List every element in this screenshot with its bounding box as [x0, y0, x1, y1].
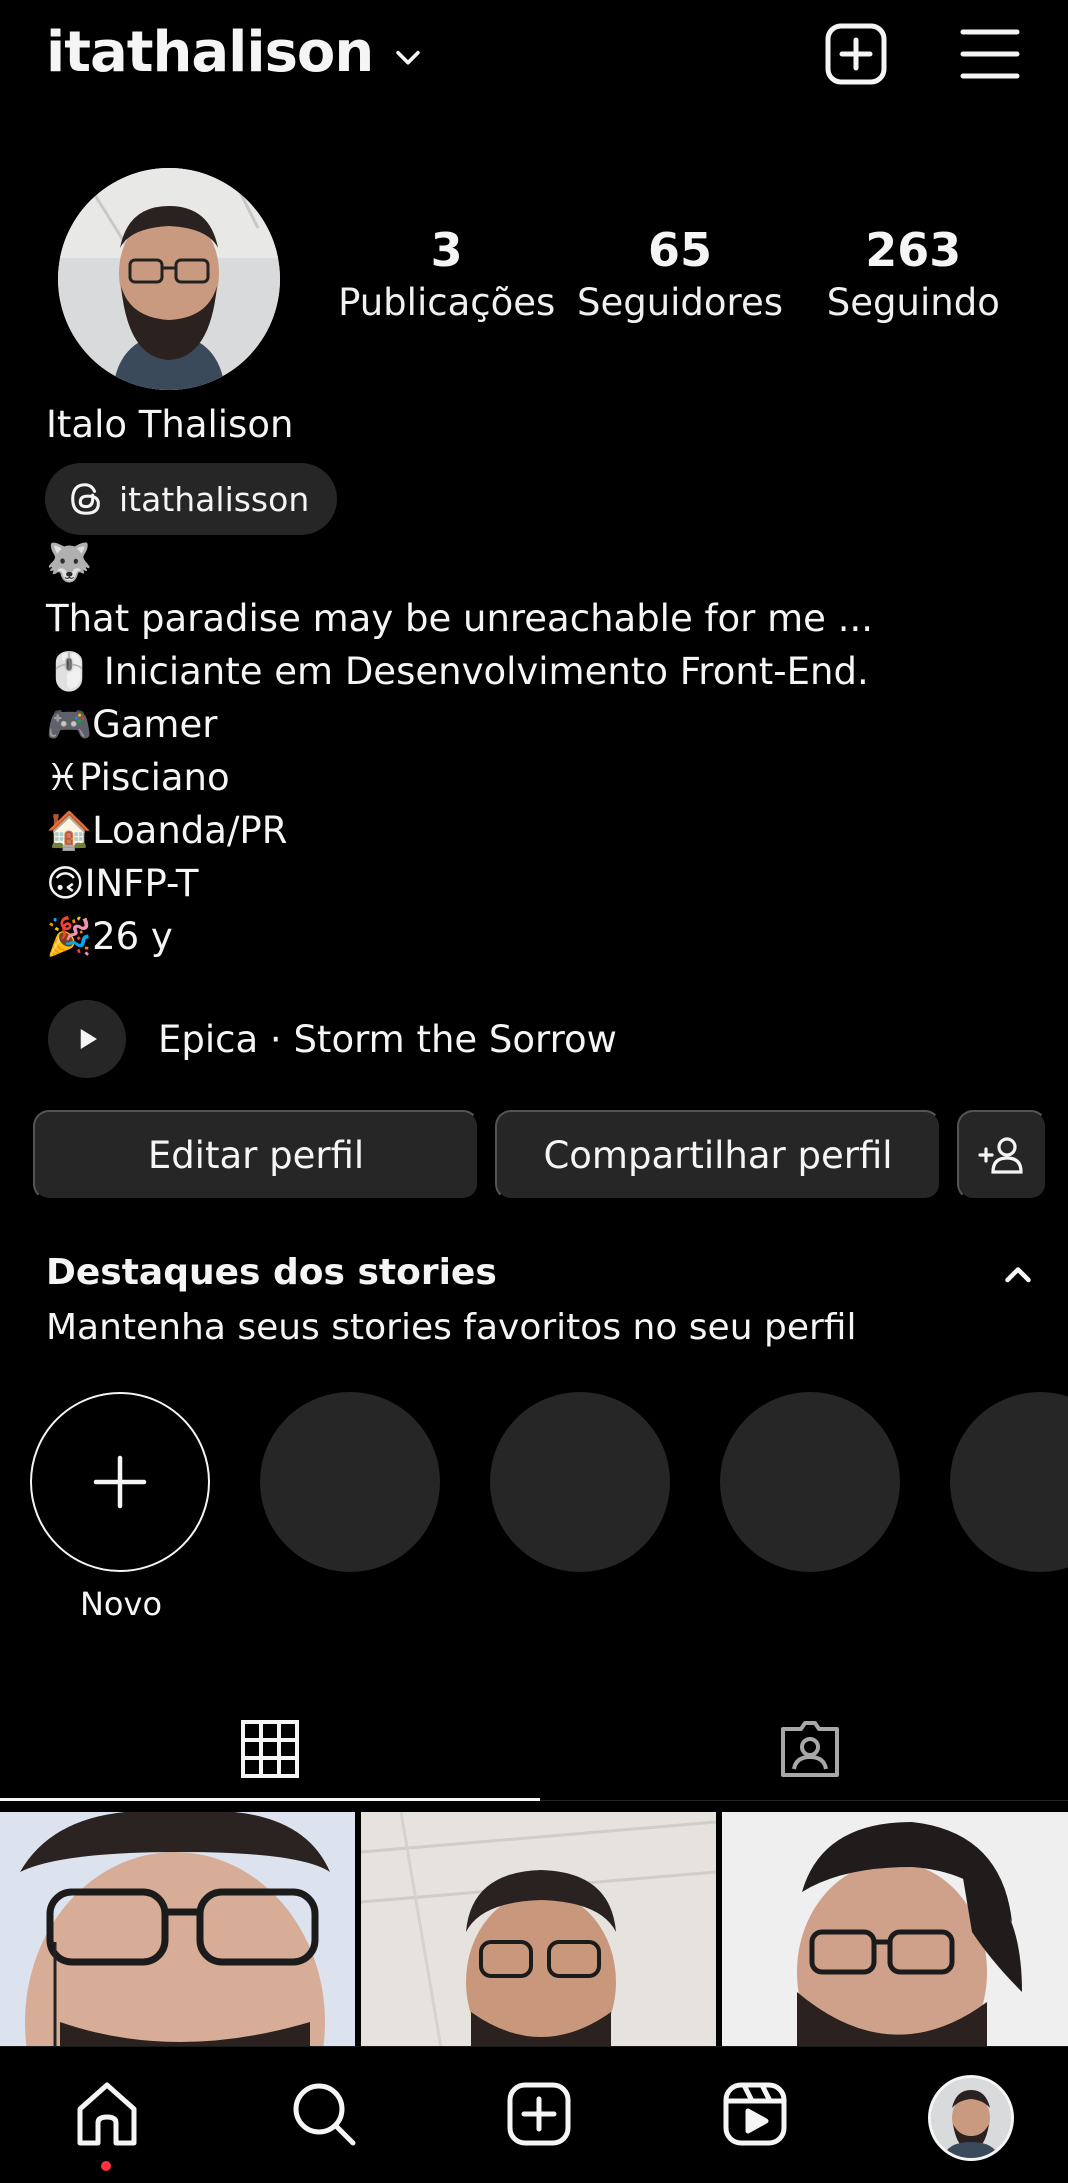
nav-profile-avatar[interactable]: [928, 2075, 1014, 2161]
highlights-row: Novo: [30, 1392, 1068, 1624]
highlight-placeholder: [260, 1392, 442, 1572]
stat-followers[interactable]: 65 Seguidores: [563, 222, 796, 328]
new-highlight-circle: [30, 1392, 210, 1572]
full-name: Italo Thalison: [46, 403, 294, 446]
edit-profile-button[interactable]: Editar perfil: [33, 1110, 479, 1200]
stat-posts[interactable]: 3 Publicações: [330, 222, 563, 328]
tab-posts-grid[interactable]: [0, 1690, 540, 1808]
chevron-down-icon: [396, 50, 421, 65]
posts-grid: [0, 1812, 1068, 2048]
threads-badge[interactable]: itathalisson: [45, 463, 338, 535]
stat-value: 65: [647, 223, 712, 277]
add-person-icon: [978, 1137, 1023, 1174]
nav-reels[interactable]: [714, 2073, 796, 2155]
profile-tabs: [0, 1690, 1068, 1808]
stat-value: 3: [430, 223, 463, 277]
stat-value: 263: [865, 223, 962, 277]
bio-line: 🖱️ Iniciante em Desenvolvimento Front-En…: [46, 650, 869, 693]
threads-icon: [71, 483, 100, 515]
username-title: itathalison: [46, 20, 374, 85]
stat-label: Seguindo: [826, 281, 1000, 324]
account-switcher[interactable]: itathalison: [46, 18, 425, 88]
highlight-placeholder: [490, 1392, 672, 1572]
post-image: [0, 1812, 355, 2048]
bio-line: 🙃INFP-T: [46, 862, 199, 905]
stat-label: Seguidores: [576, 281, 783, 324]
tab-tagged[interactable]: [540, 1690, 1068, 1808]
bio-line: 🏠Loanda/PR: [46, 809, 288, 852]
highlights-subtitle: Mantenha seus stories favoritos no seu p…: [46, 1307, 857, 1348]
grid-icon: [241, 1720, 299, 1778]
highlights-title: Destaques dos stories: [46, 1252, 497, 1293]
avatar-photo: [58, 168, 280, 390]
nav-create[interactable]: [498, 2073, 580, 2155]
bio-line: That paradise may be unreachable for me …: [46, 597, 873, 640]
highlight-circle: [950, 1392, 1068, 1572]
tagged-person-icon: [781, 1721, 839, 1777]
hamburger-menu-icon[interactable]: [960, 22, 1020, 86]
avatar-photo: [931, 2078, 1011, 2158]
new-highlight[interactable]: Novo: [30, 1392, 212, 1624]
new-highlight-label: Novo: [79, 1585, 163, 1623]
highlight-circle: [720, 1392, 900, 1572]
profile-actions: Editar perfil Compartilhar perfil: [33, 1110, 1047, 1200]
bio-line: 🐺: [46, 541, 93, 584]
nav-search[interactable]: [283, 2073, 365, 2155]
highlight-circle: [260, 1392, 440, 1572]
active-tab-indicator: [0, 1798, 540, 1801]
highlight-circle: [490, 1392, 670, 1572]
profile-screen: itathalison 3 Publicações 65 Seguidores …: [0, 0, 1068, 2183]
play-button[interactable]: [48, 1000, 126, 1078]
highlights-header: Destaques dos stories Mantenha seus stor…: [46, 1248, 1036, 1356]
highlight-placeholder: [720, 1392, 902, 1572]
post-image: [722, 1812, 1068, 2048]
suggested-people-button[interactable]: [957, 1110, 1047, 1200]
post-thumbnail[interactable]: [722, 1812, 1068, 2048]
tabs-divider: [540, 1800, 1068, 1801]
bio-line: ♓Pisciano: [46, 756, 230, 799]
bio-line: 🎮Gamer: [46, 703, 218, 746]
share-profile-button[interactable]: Compartilhar perfil: [495, 1110, 941, 1200]
plus-square-icon[interactable]: [824, 22, 888, 86]
nav-home[interactable]: [66, 2073, 148, 2155]
stat-following[interactable]: 263 Seguindo: [797, 222, 1030, 328]
notification-dot: [101, 2161, 111, 2171]
post-thumbnail[interactable]: [0, 1812, 355, 2048]
play-icon: [80, 1029, 97, 1049]
plus-icon: [93, 1455, 147, 1509]
home-icon: [77, 2082, 137, 2146]
highlight-placeholder: [950, 1392, 1068, 1572]
stat-label: Publicações: [338, 281, 556, 324]
profile-avatar[interactable]: [58, 168, 280, 390]
create-icon: [507, 2082, 571, 2146]
profile-music[interactable]: Epica · Storm the Sorrow: [48, 1000, 617, 1078]
bio: 🐺 That paradise may be unreachable for m…: [46, 536, 1026, 963]
reels-icon: [723, 2082, 787, 2146]
music-title: Epica · Storm the Sorrow: [158, 1017, 617, 1061]
search-icon: [293, 2083, 356, 2146]
bio-line: 🎉26 y: [46, 915, 173, 958]
post-image: [361, 1812, 716, 2048]
profile-stats: 3 Publicações 65 Seguidores 263 Seguindo: [330, 222, 1030, 328]
threads-handle: itathalisson: [119, 479, 310, 519]
post-thumbnail[interactable]: [361, 1812, 716, 2048]
bottom-navigation: [0, 2046, 1068, 2183]
chevron-up-icon[interactable]: [1000, 1256, 1036, 1292]
top-bar: itathalison: [0, 0, 1068, 110]
